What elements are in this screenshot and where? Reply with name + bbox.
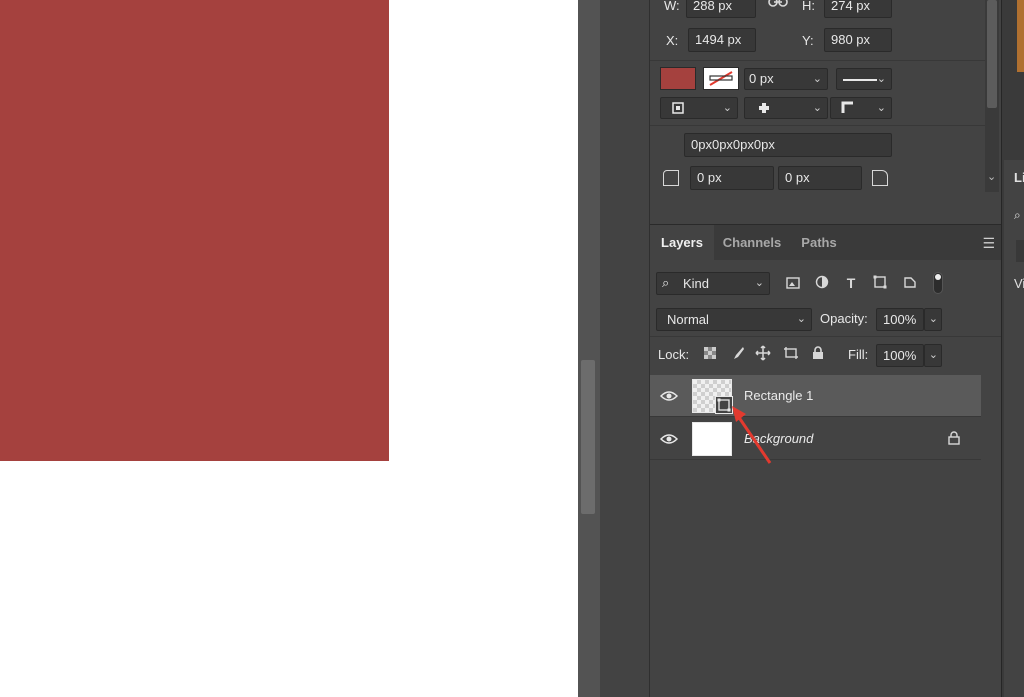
chevron-down-icon: ⌄ xyxy=(722,102,732,114)
opacity-field[interactable]: 100% xyxy=(876,308,924,331)
stroke-corners-icon xyxy=(841,101,855,118)
search-icon: ⌕ xyxy=(662,275,670,290)
stroke-caps-icon xyxy=(757,101,771,118)
chevron-down-icon: ⌄ xyxy=(754,277,764,289)
chevron-down-icon: ⌄ xyxy=(876,102,886,114)
scroll-down-icon[interactable]: ⌄ xyxy=(987,170,996,183)
canvas-scrollbar-thumb[interactable] xyxy=(581,360,595,514)
width-label: W: xyxy=(664,0,680,13)
lock-image-pixels-icon[interactable] xyxy=(728,345,748,365)
corner-top-right-field[interactable]: 0 px xyxy=(778,166,862,190)
corner-radius-field[interactable]: 0px0px0px0px xyxy=(684,133,892,157)
filter-kind-dropdown[interactable]: ⌕ Kind ⌄ xyxy=(656,272,770,295)
lock-artboard-icon[interactable] xyxy=(781,345,801,365)
document-canvas[interactable] xyxy=(0,0,578,697)
rectangle-shape[interactable] xyxy=(0,0,389,461)
stroke-caps-dropdown[interactable]: ⌄ xyxy=(744,97,828,119)
tab-paths[interactable]: Paths xyxy=(790,225,848,261)
x-field[interactable]: 1494 px xyxy=(688,28,756,52)
width-field[interactable]: 288 px xyxy=(686,0,756,18)
smart-object-filter-icon[interactable] xyxy=(900,274,920,294)
lock-label: Lock: xyxy=(658,347,690,362)
panel-menu-icon[interactable]: ☰ xyxy=(982,235,995,252)
x-label: X: xyxy=(666,33,679,48)
corner-top-right-icon xyxy=(872,170,888,186)
stroke-width-dropdown[interactable]: 0 px ⌄ xyxy=(744,68,828,90)
divider xyxy=(650,60,990,61)
layer-thumbnail xyxy=(692,379,733,414)
height-field[interactable]: 274 px xyxy=(824,0,892,18)
right-dock-panel: Li ⌕ Vi xyxy=(1004,160,1024,697)
chevron-down-icon: ⌄ xyxy=(876,73,886,85)
no-stroke-icon xyxy=(709,71,733,86)
stroke-align-icon xyxy=(671,101,685,118)
solid-line-icon xyxy=(843,79,877,81)
panel-title-fragment: Li xyxy=(1014,170,1024,185)
layer-thumbnail xyxy=(692,422,732,456)
layer-row-rectangle-1[interactable]: Rectangle 1 xyxy=(650,375,981,417)
pixel-layer-filter-icon[interactable] xyxy=(783,274,803,294)
corner-top-left-field[interactable]: 0 px xyxy=(690,166,774,190)
search-icon[interactable]: ⌕ xyxy=(1014,208,1021,223)
stroke-corners-dropdown[interactable]: ⌄ xyxy=(830,97,892,119)
properties-scrollbar-thumb[interactable] xyxy=(987,0,997,108)
chevron-down-icon: ⌄ xyxy=(928,349,938,361)
thumbnail-strip xyxy=(1017,0,1024,72)
lock-transparent-pixels-icon[interactable] xyxy=(700,345,720,365)
fill-field[interactable]: 100% xyxy=(876,344,924,367)
panel-dock-gap xyxy=(600,0,649,697)
fill-dropdown[interactable]: ⌄ xyxy=(924,344,942,367)
field-fragment[interactable] xyxy=(1016,240,1024,262)
eye-icon[interactable] xyxy=(659,430,679,448)
chevron-down-icon: ⌄ xyxy=(812,102,822,114)
fill-color-swatch[interactable] xyxy=(660,67,696,90)
lock-all-icon[interactable] xyxy=(808,345,828,365)
chevron-down-icon: ⌄ xyxy=(928,313,938,325)
stroke-type-dropdown[interactable]: ⌄ xyxy=(836,68,892,90)
filter-toggle[interactable] xyxy=(933,272,943,294)
height-label: H: xyxy=(802,0,815,13)
fill-label: Fill: xyxy=(848,347,869,362)
label-fragment: Vi xyxy=(1014,276,1024,291)
lock-position-icon[interactable] xyxy=(753,345,773,365)
y-field[interactable]: 980 px xyxy=(824,28,892,52)
adjustment-layer-filter-icon[interactable] xyxy=(812,274,832,294)
layers-tab-bar: Layers Channels Paths ☰ xyxy=(650,224,1001,261)
divider xyxy=(650,125,990,126)
divider xyxy=(650,336,1001,337)
chevron-down-icon: ⌄ xyxy=(812,73,822,85)
stroke-color-swatch[interactable] xyxy=(703,67,739,90)
tab-channels[interactable]: Channels xyxy=(714,225,790,261)
lock-icon xyxy=(948,431,960,448)
annotation-arrow-icon xyxy=(732,406,772,464)
canvas-scrollbar-track[interactable] xyxy=(578,0,600,697)
corner-top-left-icon xyxy=(663,170,679,186)
opacity-label: Opacity: xyxy=(820,311,868,326)
y-label: Y: xyxy=(802,33,814,48)
type-layer-filter-icon[interactable]: T xyxy=(841,273,861,293)
blend-mode-dropdown[interactable]: Normal ⌄ xyxy=(656,308,812,331)
stroke-align-dropdown[interactable]: ⌄ xyxy=(660,97,738,119)
eye-icon[interactable] xyxy=(659,387,679,405)
properties-layers-panel: W: 288 px H: 274 px X: 1494 px Y: 980 px… xyxy=(649,0,1001,697)
tab-layers[interactable]: Layers xyxy=(650,225,714,261)
opacity-dropdown[interactable]: ⌄ xyxy=(924,308,942,331)
layer-row-background[interactable]: Background xyxy=(650,418,981,460)
shape-layer-filter-icon[interactable] xyxy=(870,274,890,294)
link-dimensions-icon[interactable] xyxy=(768,0,788,14)
chevron-down-icon: ⌄ xyxy=(796,313,806,325)
